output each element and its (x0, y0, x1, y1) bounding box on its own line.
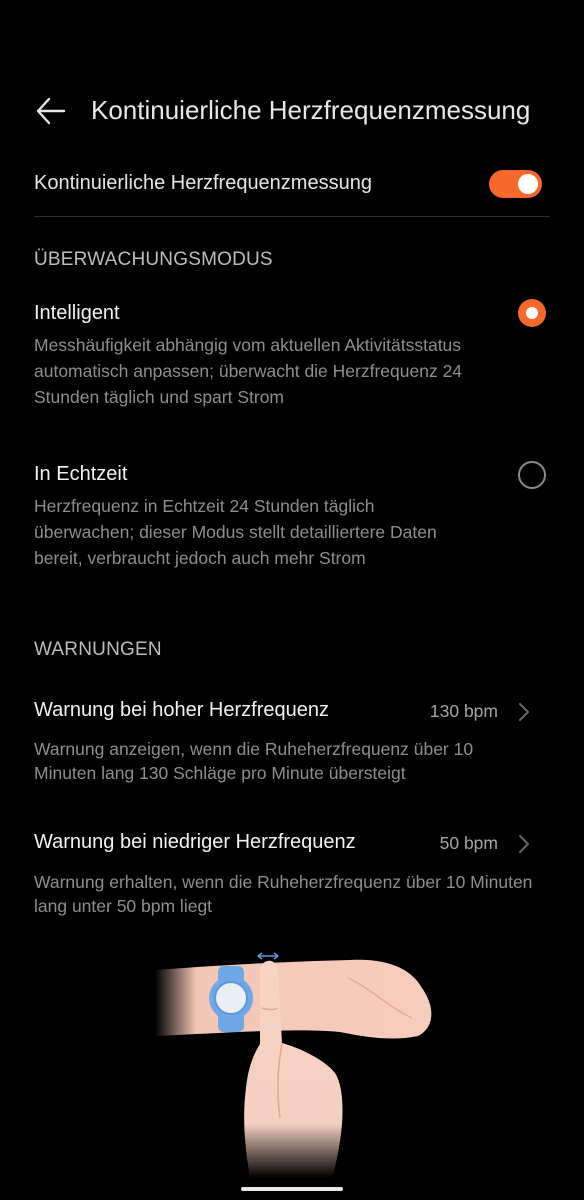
high-warning-value: 130 bpm (429, 701, 498, 721)
wrist-watch-illustration (155, 952, 432, 1178)
low-warning-label: Warnung bei niedriger Herzfrequenz (34, 831, 356, 853)
continuous-measurement-row[interactable]: Kontinuierliche Herzfrequenzmessung (34, 168, 550, 202)
low-warning-value: 50 bpm (439, 833, 498, 853)
high-heart-rate-warning-row[interactable]: Warnung bei hoher Herzfrequenz 130 bpm (34, 695, 534, 727)
radio-realtime[interactable] (518, 461, 546, 489)
back-arrow-icon[interactable] (34, 94, 68, 128)
option-intelligent-title[interactable]: Intelligent (34, 302, 120, 325)
option-realtime-description: Herzfrequenz in Echtzeit 24 Stunden tägl… (34, 496, 437, 568)
divider (34, 216, 550, 217)
radio-dot (526, 307, 538, 319)
option-realtime-title[interactable]: In Echtzeit (34, 463, 127, 486)
continuous-measurement-label: Kontinuierliche Herzfrequenzmessung (34, 172, 372, 194)
continuous-measurement-switch[interactable] (489, 170, 542, 198)
chevron-right-icon (519, 835, 529, 853)
page-title: Kontinuierliche Herzfrequenzmessung (91, 95, 531, 125)
app-header: Kontinuierliche Herzfrequenzmessung (0, 88, 584, 132)
low-heart-rate-warning-row[interactable]: Warnung bei niedriger Herzfrequenz 50 bp… (34, 827, 534, 859)
home-indicator[interactable] (241, 1187, 343, 1191)
monitoring-section-title: ÜBERWACHUNGSMODUS (34, 249, 273, 270)
warnings-section-title: WARNUNGEN (34, 639, 162, 660)
chevron-right-icon (519, 703, 529, 721)
high-warning-label: Warnung bei hoher Herzfrequenz (34, 699, 329, 721)
low-warning-description: Warnung erhalten, wenn die Ruheherzfrequ… (34, 872, 533, 916)
high-warning-description: Warnung anzeigen, wenn die Ruheherzfrequ… (34, 739, 474, 783)
switch-knob (518, 174, 538, 194)
option-intelligent-description: Messhäufigkeit abhängig vom aktuellen Ak… (34, 335, 463, 407)
radio-intelligent[interactable] (518, 299, 546, 327)
